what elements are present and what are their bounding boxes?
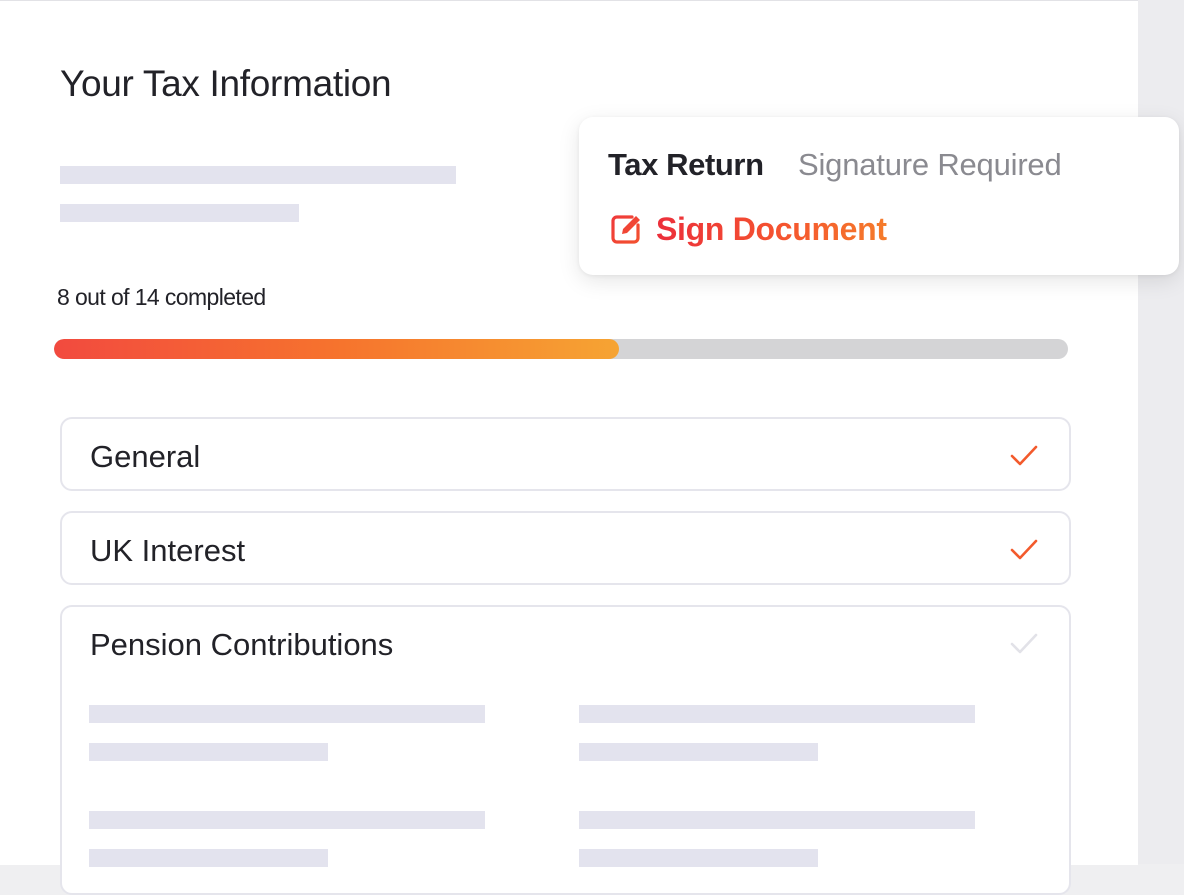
progress-bar-fill [54, 339, 619, 359]
section-label: General [90, 439, 201, 474]
placeholder-line [89, 743, 328, 761]
section-label: Pension Contributions [90, 627, 394, 662]
section-pension-contributions[interactable]: Pension Contributions [60, 605, 1071, 895]
popover-title: Tax Return [608, 147, 764, 182]
placeholder-line [579, 849, 818, 867]
popover-status: Signature Required [798, 147, 1062, 182]
placeholder-line [89, 811, 485, 829]
check-icon [1010, 539, 1038, 560]
edit-icon [611, 215, 640, 244]
check-mark [1010, 633, 1038, 654]
placeholder-line [60, 204, 299, 222]
placeholder-line [60, 166, 456, 184]
check-icon [1010, 633, 1038, 654]
section-general[interactable]: General [60, 417, 1071, 491]
signature-popover: Tax Return Signature Required Sign Docum… [579, 117, 1179, 275]
check-icon [1010, 445, 1038, 466]
sign-document-button[interactable]: Sign Document [610, 209, 887, 249]
check-mark [1010, 445, 1038, 466]
sign-document-label: Sign Document [656, 210, 887, 247]
check-mark [1010, 539, 1038, 560]
section-label: UK Interest [90, 533, 246, 568]
progress-label: 8 out of 14 completed [57, 284, 266, 310]
placeholder-line [579, 705, 975, 723]
placeholder-line [579, 811, 975, 829]
placeholder-line [89, 849, 328, 867]
page-title: Your Tax Information [60, 63, 392, 104]
progress-bar [54, 339, 1068, 359]
section-uk-interest[interactable]: UK Interest [60, 511, 1071, 585]
placeholder-line [89, 705, 485, 723]
placeholder-line [579, 743, 818, 761]
